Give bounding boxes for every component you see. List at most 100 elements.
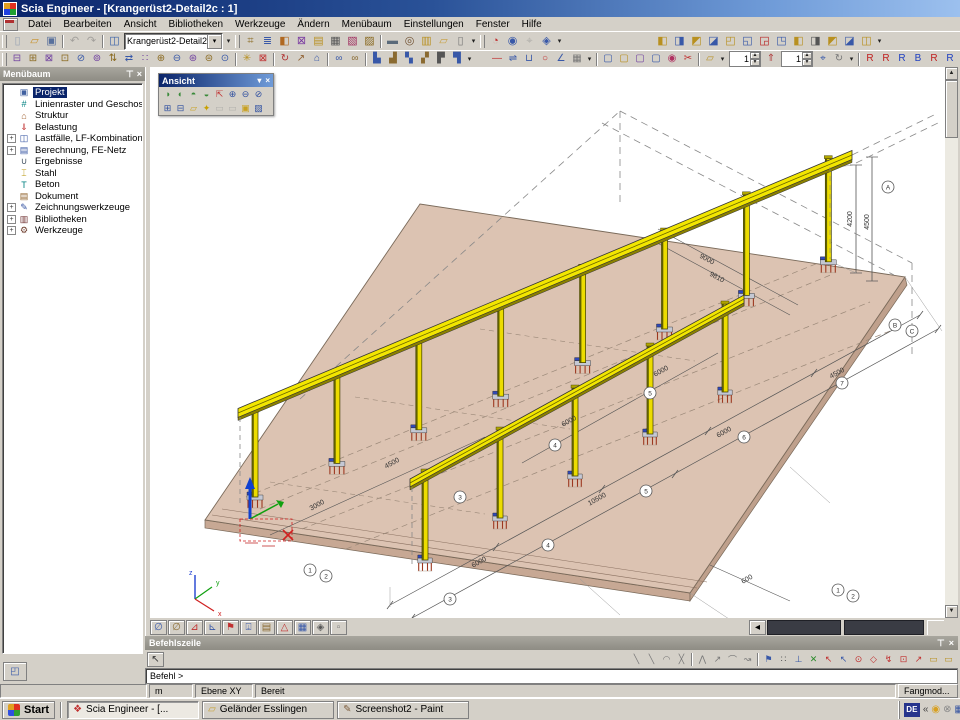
new-icon[interactable]: ▯ <box>9 34 26 49</box>
perspective-icon[interactable]: ◳ <box>773 34 790 49</box>
close-icon[interactable]: × <box>265 76 270 85</box>
snap-curve-icon[interactable]: ⌒ <box>725 652 740 666</box>
project-settings-icon[interactable]: ⌗ <box>242 34 259 49</box>
view-iso4-icon[interactable]: ◪ <box>841 34 858 49</box>
view-front-icon[interactable]: ◧ <box>654 34 671 49</box>
sidebar-item-stahl[interactable]: ⌶Stahl <box>3 168 142 180</box>
ucs-icon[interactable]: ⌖ <box>815 52 831 66</box>
result-normal-icon[interactable]: R <box>862 52 878 66</box>
flag-icon[interactable]: ⚑ <box>222 620 239 635</box>
snap-point-icon[interactable]: ⊡ <box>896 652 911 666</box>
spinner-up-icon[interactable]: ▲ <box>750 52 760 59</box>
snap-flag-icon[interactable]: ⚑ <box>761 652 776 666</box>
horizontal-scrollbar[interactable] <box>844 620 924 635</box>
menu-ndern[interactable]: Ändern <box>291 18 335 31</box>
snap-layer1-icon[interactable]: ▭ <box>926 652 941 666</box>
layer-spinner-value[interactable] <box>782 52 802 66</box>
chevron-down-icon[interactable]: ▾ <box>257 76 261 85</box>
zoom-selection-icon[interactable]: ▙ <box>369 52 385 66</box>
select-loads-icon[interactable]: ⊡ <box>57 52 73 66</box>
wireframe-icon[interactable]: ▛ <box>433 52 449 66</box>
snap-center-icon[interactable]: ⊙ <box>851 652 866 666</box>
binoculars2-icon[interactable]: ∞ <box>347 52 363 66</box>
language-indicator[interactable]: DE <box>904 703 920 717</box>
status-plane[interactable]: Ebene XY <box>195 684 253 698</box>
sidebar-item-projekt[interactable]: ▣Projekt <box>3 87 142 99</box>
rotate-down-icon[interactable]: ◒ <box>200 88 213 100</box>
close-icon[interactable]: × <box>949 638 954 649</box>
snap-perp-icon[interactable]: ⊥ <box>791 652 806 666</box>
sidebar-item-belastung[interactable]: ⇓Belastung <box>3 122 142 134</box>
folder-icon[interactable]: ▱ <box>435 34 452 49</box>
document-icon[interactable]: ▥ <box>418 34 435 49</box>
expand-icon[interactable]: + <box>7 226 16 235</box>
render-mode-icon[interactable]: ▨ <box>252 102 265 114</box>
diamond-icon[interactable]: ◈ <box>312 620 329 635</box>
next-view-icon[interactable]: ▭ <box>226 102 239 114</box>
angle-icon[interactable]: ∠ <box>553 52 569 66</box>
gallery-icon[interactable]: ▧ <box>344 34 361 49</box>
menu-einstellungen[interactable]: Einstellungen <box>398 18 470 31</box>
view-iso1-icon[interactable]: ◧ <box>790 34 807 49</box>
render-icon[interactable]: ▜ <box>449 52 465 66</box>
diameter-icon[interactable]: ∅ <box>150 620 167 635</box>
prev-view-icon[interactable]: ▭ <box>213 102 226 114</box>
layers-icon[interactable]: ≣ <box>259 34 276 49</box>
menu-bearbeiten[interactable]: Bearbeiten <box>57 18 117 31</box>
binoculars-icon[interactable]: ∞ <box>331 52 347 66</box>
undo-icon[interactable]: ↶ <box>66 34 83 49</box>
view-top-icon[interactable]: ◰ <box>722 34 739 49</box>
draw-dropdown[interactable]: ▾ <box>585 52 594 67</box>
layer-spinner[interactable]: ▲▼ <box>781 51 813 67</box>
snap-line-icon[interactable]: ╲ <box>629 652 644 666</box>
select-previous-icon[interactable]: ⊖ <box>169 52 185 66</box>
check-structure-icon[interactable]: ◉ <box>504 34 521 49</box>
snap-inter-icon[interactable]: ✕ <box>806 652 821 666</box>
toolbar-grip[interactable] <box>2 35 7 48</box>
snap-nearest-icon[interactable]: ↯ <box>881 652 896 666</box>
open-icon[interactable]: ▱ <box>26 34 43 49</box>
snap-node-icon[interactable]: ◇ <box>866 652 881 666</box>
view-manager-icon[interactable]: ▣ <box>239 102 252 114</box>
triangle-snap-icon[interactable]: ⊿ <box>186 620 203 635</box>
layer2-icon[interactable]: ▢ <box>616 52 632 66</box>
view-back-icon[interactable]: ◨ <box>671 34 688 49</box>
view-iso3-icon[interactable]: ◩ <box>824 34 841 49</box>
print-icon[interactable]: ▬ <box>384 34 401 49</box>
result-react-icon[interactable]: R <box>942 52 958 66</box>
expand-icon[interactable]: + <box>7 146 16 155</box>
sidebar-item-werkzeuge[interactable]: +⚙Werkzeuge <box>3 225 142 237</box>
view-dropdown[interactable]: ▾ <box>875 34 884 49</box>
expand-icon[interactable]: + <box>7 215 16 224</box>
zoom-out-icon[interactable]: ⊖ <box>239 88 252 100</box>
select-labels-icon[interactable]: ⊚ <box>89 52 105 66</box>
view-folder-icon[interactable]: ▱ <box>187 102 200 114</box>
result-stress-icon[interactable]: B <box>910 52 926 66</box>
sidebar-item-lastf-lle--lf-kombinatio[interactable]: +◫Lastfälle, LF-Kombinationen <box>3 133 142 145</box>
axis-view-icon[interactable]: ⇱ <box>213 88 226 100</box>
result-deform-icon[interactable]: R <box>926 52 942 66</box>
view-right-icon[interactable]: ◪ <box>705 34 722 49</box>
sidebar-item-linienraster-und-geschos[interactable]: #Linienraster und Geschosse <box>3 99 142 111</box>
snap-peak-icon[interactable]: ⋀ <box>695 652 710 666</box>
security-shield-icon[interactable]: ◉ <box>931 704 940 715</box>
rotate-ucs-icon[interactable]: ↻ <box>831 52 847 66</box>
clipping-box-icon[interactable]: ▚ <box>401 52 417 66</box>
eye-icon[interactable]: ◉ <box>664 52 680 66</box>
info-icon[interactable]: ◈ <box>538 34 555 49</box>
dimension-icon[interactable]: ⇌ <box>505 52 521 66</box>
sidebar-item-dokument[interactable]: ▤Dokument <box>3 191 142 203</box>
diameter2-icon[interactable]: ∅ <box>168 620 185 635</box>
combo-extra-dropdown[interactable]: ▾ <box>224 34 233 49</box>
start-button[interactable]: Start <box>2 701 55 719</box>
pin-icon[interactable]: ⊤ <box>126 69 134 80</box>
sidebar-item-zeichnungswerkzeuge[interactable]: +✎Zeichnungswerkzeuge <box>3 202 142 214</box>
tray-close-icon[interactable]: ⊗ <box>943 704 951 715</box>
3d-viewport[interactable]: 4200450090009810600600010500600045006000… <box>150 67 945 618</box>
layer3-icon[interactable]: ▢ <box>632 52 648 66</box>
select-by-property-icon[interactable]: ⊜ <box>201 52 217 66</box>
rotate-left-icon[interactable]: ◐ <box>174 88 187 100</box>
snap-layer2-icon[interactable]: ▭ <box>941 652 956 666</box>
sidebar-item-ergebnisse[interactable]: ∪Ergebnisse <box>3 156 142 168</box>
selection-filter-icon[interactable]: ⊠ <box>293 34 310 49</box>
